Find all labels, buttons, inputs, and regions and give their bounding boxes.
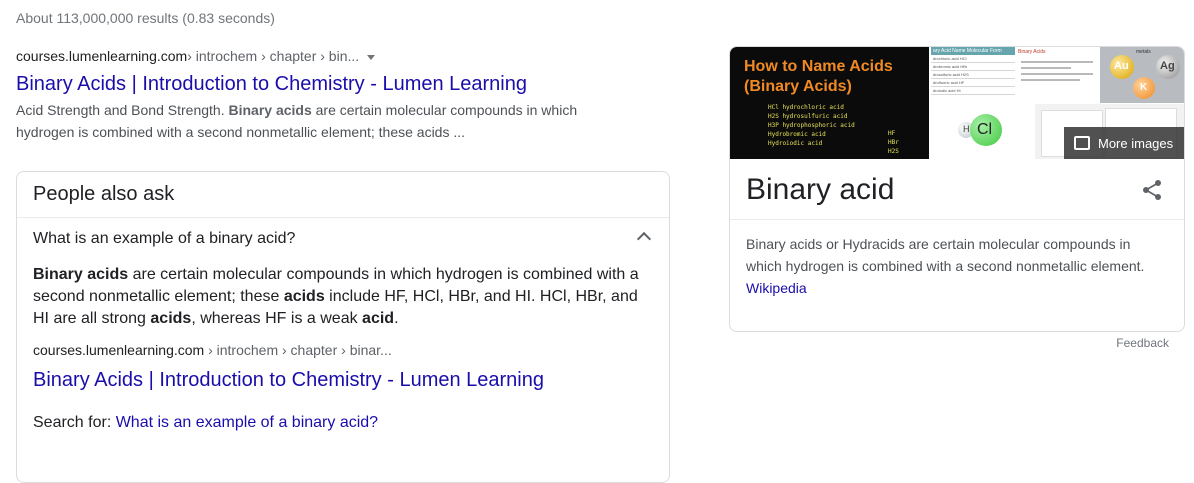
result-path: › introchem › chapter › bin... [187,48,360,64]
people-also-ask: People also ask What is an example of a … [16,171,670,483]
kp-description: Binary acids or Hydracids are certain mo… [746,236,1145,296]
search-result: courses.lumenlearning.com › introchem › … [16,46,616,143]
paa-cite[interactable]: courses.lumenlearning.com › introchem › … [17,342,669,362]
kp-source-link[interactable]: Wikipedia [746,280,807,296]
image-icon [1074,136,1090,150]
result-title-link[interactable]: Binary Acids | Introduction to Chemistry… [16,71,616,97]
share-icon[interactable] [1142,179,1162,201]
result-cite[interactable]: courses.lumenlearning.com › introchem › … [16,46,616,66]
feedback-link[interactable]: Feedback [1116,336,1169,350]
image-notes[interactable]: Binary Acids [1015,47,1099,103]
image-hcl-molecule[interactable]: H Cl [930,104,1034,159]
result-menu-caret-icon[interactable] [367,54,376,60]
paa-heading: People also ask [17,172,669,218]
paa-answer: Binary acids are certain molecular compo… [33,266,639,327]
result-domain: courses.lumenlearning.com [16,48,188,64]
image-how-to-name-acids[interactable]: How to Name Acids (Binary Acids) HCl hydr… [730,47,929,159]
more-images-button[interactable]: More images [1064,127,1184,159]
image-metals[interactable]: metals Au Ag K [1100,47,1184,103]
image-acid-table[interactable]: ary Acid Name Molecular Form drochloric … [930,47,1015,103]
paa-search-link[interactable]: What is an example of a binary acid? [116,414,378,431]
paa-question[interactable]: What is an example of a binary acid? [17,218,669,260]
image-strip: How to Name Acids (Binary Acids) HCl hydr… [730,47,1184,159]
kp-divider [730,219,1184,220]
result-stats: About 113,000,000 results (0.83 seconds) [16,10,275,26]
result-snippet: Acid Strength and Bond Strength. Binary … [16,102,578,140]
kp-title: Binary acid [746,173,895,206]
image-documents[interactable]: More images [1035,104,1184,159]
knowledge-panel: How to Name Acids (Binary Acids) HCl hydr… [729,46,1185,332]
chevron-up-icon[interactable] [636,231,652,247]
paa-result-link[interactable]: Binary Acids | Introduction to Chemistry… [17,367,669,393]
paa-search-for: Search for: What is an example of a bina… [33,414,379,431]
